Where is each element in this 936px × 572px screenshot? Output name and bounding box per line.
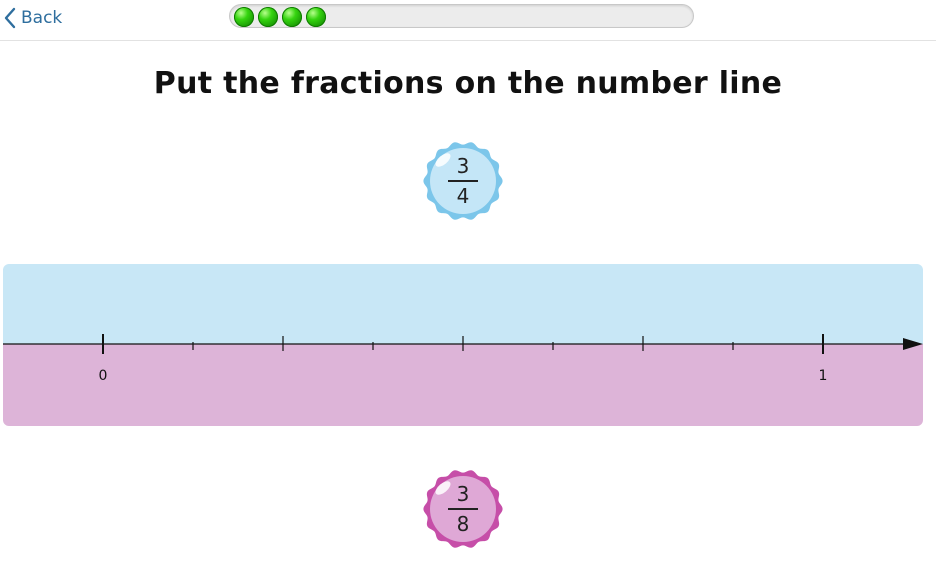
progress-dot: [258, 7, 278, 27]
progress-dots: [234, 7, 326, 27]
fraction-bar: [448, 508, 478, 510]
fraction-bubble-top[interactable]: 3 4: [423, 141, 503, 221]
fraction-bubble-bottom[interactable]: 3 8: [423, 469, 503, 549]
back-label: Back: [21, 8, 63, 28]
numerator: 3: [456, 482, 470, 506]
progress-dot: [282, 7, 302, 27]
progress-bar: [229, 4, 694, 28]
number-line-area[interactable]: 01: [3, 264, 923, 426]
progress-dot: [234, 7, 254, 27]
numerator: 3: [456, 154, 470, 178]
chevron-left-icon: [4, 7, 16, 29]
back-button[interactable]: Back: [4, 6, 62, 30]
denominator: 4: [456, 184, 470, 208]
number-line: 01: [3, 334, 923, 384]
tick-label: 0: [99, 368, 108, 384]
axis-arrow: [903, 338, 923, 350]
fraction-label-top: 3 4: [423, 141, 503, 221]
progress-dot: [306, 7, 326, 27]
tick-label: 1: [819, 368, 828, 384]
page-title: Put the fractions on the number line: [153, 66, 783, 101]
fraction-bar: [448, 180, 478, 182]
fraction-label-bottom: 3 8: [423, 469, 503, 549]
denominator: 8: [456, 512, 470, 536]
top-bar: Back: [0, 0, 936, 41]
